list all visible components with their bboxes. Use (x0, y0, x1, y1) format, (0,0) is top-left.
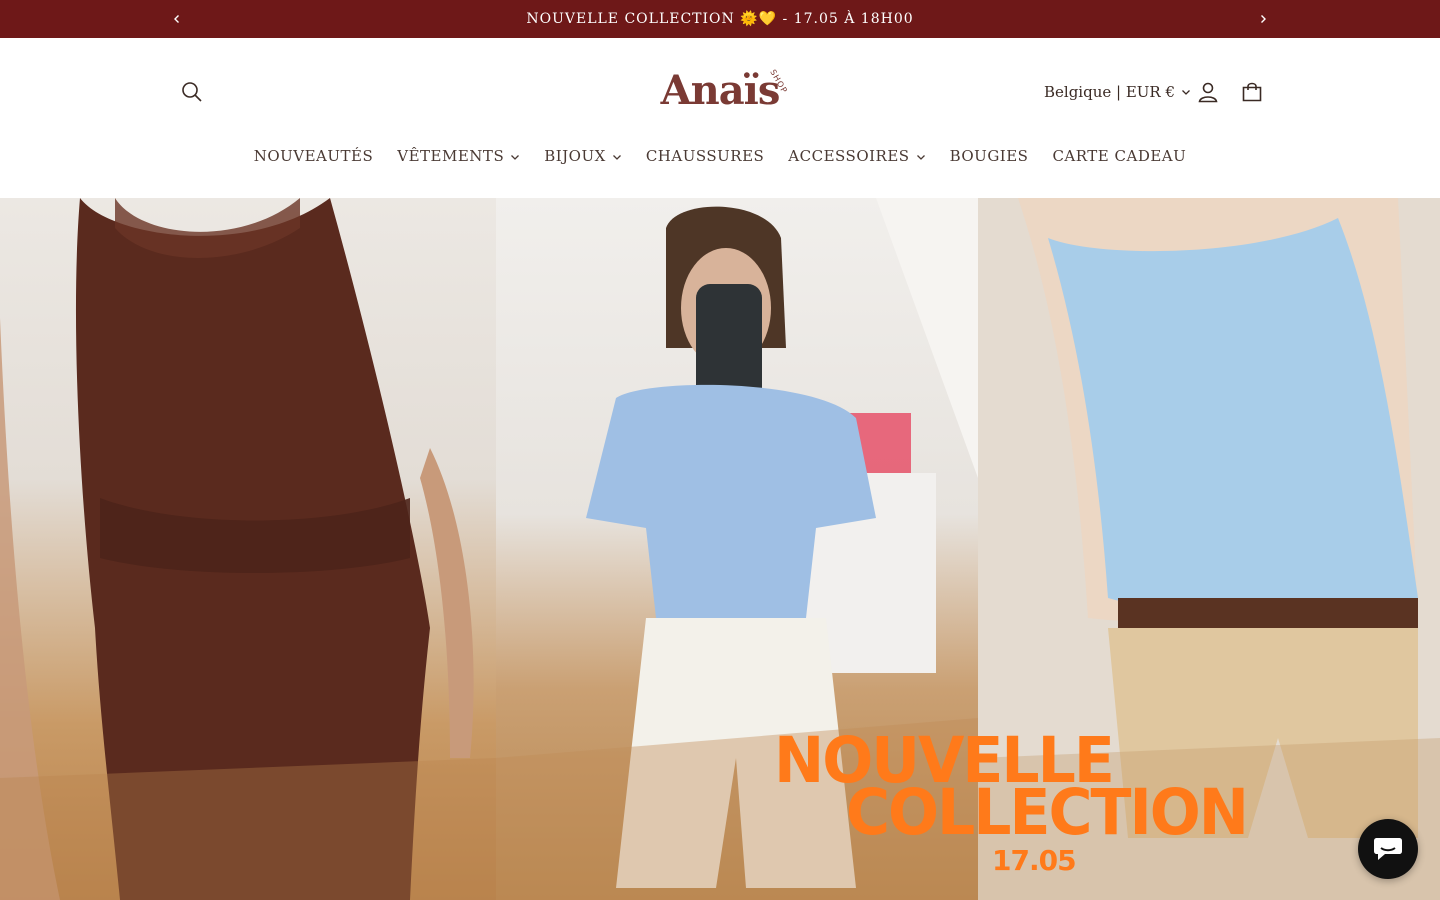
chevron-down-icon (916, 155, 925, 160)
country-selector[interactable]: Belgique | EUR € (1036, 72, 1199, 112)
chat-icon (1374, 838, 1402, 860)
nav-item-label: ACCESSOIRES (788, 147, 910, 165)
hero-photo-brown-outfit (0, 198, 496, 900)
nav-item-label: VÊTEMENTS (397, 147, 505, 165)
chat-button[interactable] (1358, 819, 1418, 879)
logo-text: Anaïs (660, 66, 781, 114)
nav-item-label: CHAUSSURES (645, 147, 765, 165)
hero-date: 17.05 (992, 844, 1077, 877)
nav-item-vetements[interactable]: VÊTEMENTS (385, 138, 532, 174)
chevron-down-icon (511, 155, 520, 160)
site-header: Anaïs SHOP Belgique | EUR € NOUVEAUTÉS V… (0, 38, 1440, 198)
cart-button[interactable] (1230, 70, 1274, 114)
nav-item-carte-cadeau[interactable]: CARTE CADEAU (1040, 138, 1198, 174)
nav-item-chaussures[interactable]: CHAUSSURES (634, 138, 776, 174)
announcement-text: NOUVELLE COLLECTION 🌞💛 - 17.05 À 18H00 (526, 11, 914, 27)
nav-item-bijoux[interactable]: BIJOUX (532, 138, 634, 174)
hero-banner[interactable]: NOUVELLE COLLECTION 17.05 (0, 198, 1440, 900)
country-selector-label: Belgique | EUR € (1044, 83, 1176, 101)
nav-item-nouveautes[interactable]: NOUVEAUTÉS (242, 138, 386, 174)
nav-item-bougies[interactable]: BOUGIES (938, 138, 1041, 174)
account-button[interactable] (1186, 70, 1230, 114)
user-icon (1198, 82, 1218, 103)
hero-title: NOUVELLE COLLECTION 17.05 (774, 724, 1249, 900)
chevron-right-icon (1261, 15, 1266, 23)
announcement-bar: NOUVELLE COLLECTION 🌞💛 - 17.05 À 18H00 (0, 0, 1440, 38)
nav-item-label: NOUVEAUTÉS (253, 147, 374, 165)
nav-item-label: BIJOUX (544, 147, 606, 165)
chevron-down-icon (612, 155, 621, 160)
chevron-left-icon (174, 15, 179, 23)
search-icon (182, 82, 202, 102)
logo[interactable]: Anaïs SHOP (640, 60, 800, 120)
main-nav: NOUVEAUTÉS VÊTEMENTS BIJOUX CHAUSSURES A… (0, 138, 1440, 174)
hero-title-line2: COLLECTION (846, 776, 1249, 850)
nav-item-accessoires[interactable]: ACCESSOIRES (776, 138, 937, 174)
nav-item-label: CARTE CADEAU (1052, 147, 1187, 165)
announcement-prev-button[interactable] (158, 0, 196, 38)
nav-item-label: BOUGIES (949, 147, 1029, 165)
cart-icon (1242, 82, 1262, 102)
announcement-next-button[interactable] (1244, 0, 1282, 38)
search-button[interactable] (170, 70, 214, 114)
